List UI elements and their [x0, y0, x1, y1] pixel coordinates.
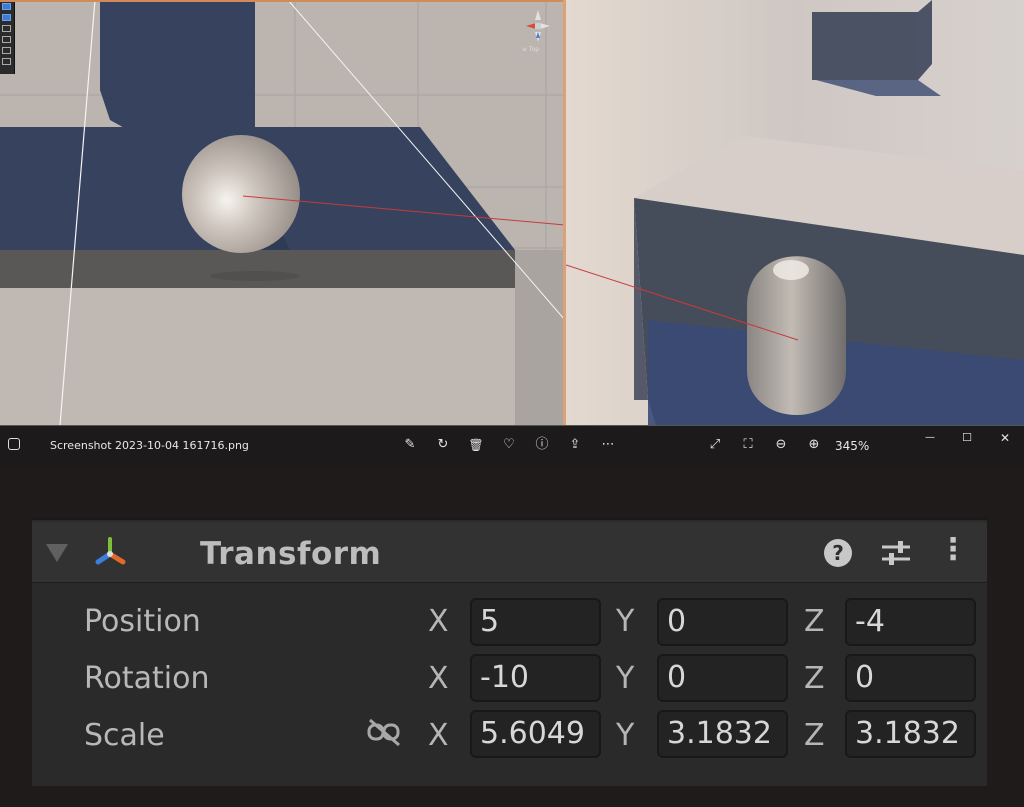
help-icon[interactable]: ?	[824, 539, 852, 567]
photos-viewer-titlebar: Screenshot 2023-10-04 161716.png ✎ ↻ 🗑 ♡…	[0, 425, 1024, 466]
fit-to-window-icon[interactable]: ⛶	[738, 435, 758, 455]
rotation-x-axis-label[interactable]: X	[428, 661, 449, 696]
scene-view-right[interactable]	[566, 0, 1024, 425]
info-icon[interactable]: ⓘ	[532, 435, 552, 455]
move-tool-icon[interactable]	[2, 14, 11, 21]
fullscreen-icon[interactable]: ⤢	[705, 435, 725, 455]
zoom-level[interactable]: 345%	[835, 439, 869, 453]
transform-inspector: Transform ? ⋮ Position X 5 Y 0 Z -4 Rota…	[32, 518, 987, 786]
position-y-axis-label[interactable]: Y	[616, 604, 634, 639]
transform-tool-icon[interactable]	[2, 58, 11, 65]
maximize-icon[interactable]: ☐	[957, 428, 977, 448]
position-z-field[interactable]: -4	[845, 598, 976, 646]
edit-image-icon[interactable]: ✎	[400, 435, 420, 455]
minimize-icon[interactable]: —	[920, 428, 940, 448]
position-z-axis-label[interactable]: Z	[804, 604, 825, 639]
foldout-arrow-icon[interactable]	[46, 544, 68, 562]
transform-component-icon	[95, 537, 126, 565]
position-x-axis-label[interactable]: X	[428, 604, 449, 639]
scene-right-canvas	[566, 0, 1024, 425]
rotation-y-axis-label[interactable]: Y	[616, 661, 634, 696]
position-label[interactable]: Position	[84, 604, 201, 639]
active-view-border	[0, 0, 565, 2]
rect-tool-icon[interactable]	[2, 47, 11, 54]
photos-app-icon	[8, 438, 20, 450]
position-x-field[interactable]: 5	[470, 598, 601, 646]
transform-header[interactable]: Transform ? ⋮	[32, 522, 987, 583]
scale-y-axis-label[interactable]: Y	[616, 718, 634, 753]
scale-x-field[interactable]: 5.6049	[470, 710, 601, 758]
presets-icon[interactable]	[880, 538, 912, 568]
scale-label[interactable]: Scale	[84, 718, 165, 753]
more-menu-icon[interactable]: ⋮	[938, 532, 968, 567]
rotation-z-axis-label[interactable]: Z	[804, 661, 825, 696]
constrain-proportions-icon[interactable]	[366, 718, 404, 748]
gizmo-view-label: ≡ Top	[522, 46, 540, 53]
rotation-x-field[interactable]: -10	[470, 654, 601, 702]
favorite-icon[interactable]: ♡	[499, 435, 519, 455]
position-y-field[interactable]: 0	[657, 598, 788, 646]
share-icon[interactable]: ⇪	[565, 435, 585, 455]
rotation-z-field[interactable]: 0	[845, 654, 976, 702]
orientation-gizmo-icon[interactable]	[524, 8, 552, 44]
delete-icon[interactable]: 🗑	[466, 435, 486, 455]
scale-z-field[interactable]: 3.1832	[845, 710, 976, 758]
scene-tool-strip	[0, 0, 15, 74]
zoom-in-icon[interactable]: ⊕	[804, 435, 824, 455]
scale-x-axis-label[interactable]: X	[428, 718, 449, 753]
zoom-out-icon[interactable]: ⊖	[771, 435, 791, 455]
component-title: Transform	[200, 536, 382, 572]
scale-y-field[interactable]: 3.1832	[657, 710, 788, 758]
rotate-tool-icon[interactable]	[2, 25, 11, 32]
scene-viewports: ≡ Top	[0, 0, 1024, 425]
close-icon[interactable]: ✕	[995, 428, 1015, 448]
rotation-label[interactable]: Rotation	[84, 661, 209, 696]
scene-view-left[interactable]: ≡ Top	[0, 0, 565, 425]
scale-tool-icon[interactable]	[2, 36, 11, 43]
rotation-y-field[interactable]: 0	[657, 654, 788, 702]
file-name: Screenshot 2023-10-04 161716.png	[50, 439, 249, 452]
scale-z-axis-label[interactable]: Z	[804, 718, 825, 753]
more-options-icon[interactable]: ⋯	[598, 435, 618, 455]
scene-left-canvas	[0, 0, 565, 425]
hand-tool-icon[interactable]	[2, 3, 11, 10]
rotate-icon[interactable]: ↻	[433, 435, 453, 455]
